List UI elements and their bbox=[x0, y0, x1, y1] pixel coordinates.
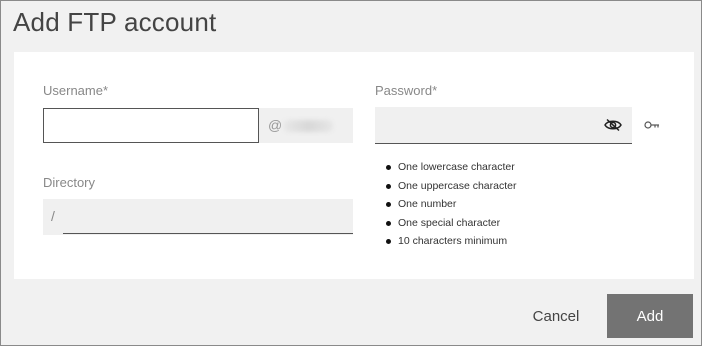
requirement-item: One special character bbox=[386, 214, 516, 233]
eye-off-icon[interactable] bbox=[604, 118, 622, 132]
directory-prefix: / bbox=[51, 208, 55, 224]
directory-label: Directory bbox=[43, 175, 96, 190]
domain-suffix: @ bbox=[259, 108, 353, 143]
domain-redacted bbox=[283, 120, 333, 132]
password-input[interactable] bbox=[375, 107, 600, 143]
requirement-item: One lowercase character bbox=[386, 158, 516, 177]
requirement-item: 10 characters minimum bbox=[386, 232, 516, 251]
key-icon[interactable] bbox=[644, 120, 660, 130]
add-button[interactable]: Add bbox=[607, 294, 693, 338]
at-symbol: @ bbox=[268, 117, 283, 133]
password-label: Password* bbox=[375, 83, 438, 98]
directory-input[interactable] bbox=[63, 199, 353, 234]
dialog-title: Add FTP account bbox=[13, 7, 217, 37]
password-field bbox=[375, 107, 632, 144]
username-label: Username* bbox=[43, 83, 109, 98]
form-card: Username* @ Password* One lowercase char… bbox=[14, 52, 694, 279]
requirement-item: One number bbox=[386, 195, 516, 214]
password-requirements: One lowercase character One uppercase ch… bbox=[386, 158, 516, 251]
cancel-button[interactable]: Cancel bbox=[521, 294, 591, 338]
requirement-item: One uppercase character bbox=[386, 177, 516, 196]
username-input[interactable] bbox=[43, 108, 259, 143]
directory-field: / bbox=[43, 199, 353, 235]
